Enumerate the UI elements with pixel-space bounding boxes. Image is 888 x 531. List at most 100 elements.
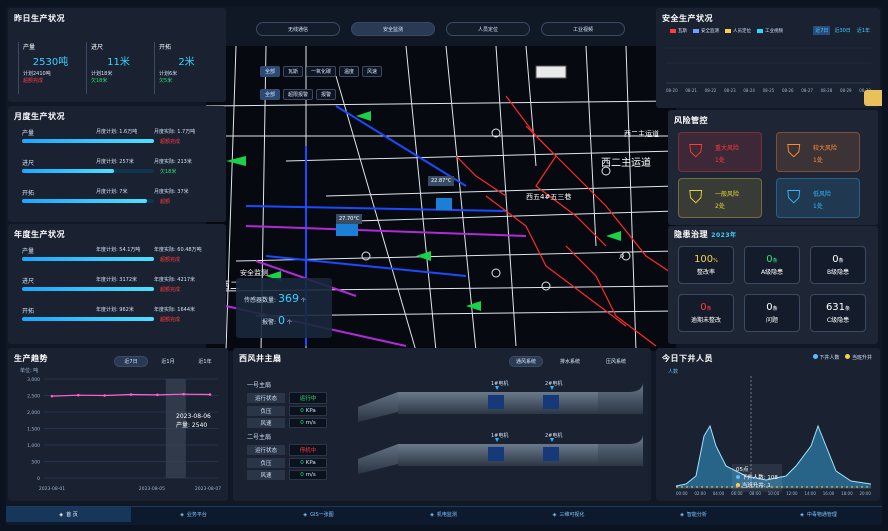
period-7d[interactable]: 近7日 (813, 26, 831, 35)
nav-item[interactable]: ◈ 机电监测 (381, 507, 506, 522)
fan-row-unit: m/s (305, 472, 316, 478)
fan-row-key: 负压 (247, 458, 285, 468)
shield-alert-icon: ⛉ (787, 187, 801, 208)
risk-card[interactable]: ⛉ 较大风险 1处 (776, 132, 860, 172)
map-label-road-3: 西二主运道 (624, 130, 659, 138)
safety-legend-item[interactable]: 工业视频 (757, 28, 783, 34)
people-panel: 今日下井人员 下井人数 当班升井 人数 05点 下井人数: 108 当班升井: … (656, 348, 880, 501)
hazard-cell[interactable]: 631条 C级隐患 (810, 294, 866, 332)
period-1y[interactable]: 近1年 (855, 26, 872, 35)
nav-icon: ◈ (800, 511, 804, 518)
safety-xtick: 08-22 (704, 88, 717, 93)
temp-tag-1[interactable]: 22.87°C (428, 176, 455, 186)
map-filter2-overlimit[interactable]: 超限报警 (283, 89, 313, 100)
nav-item[interactable]: ◈ 智能分析 (631, 507, 756, 522)
annual-row-label: 进尺 (22, 278, 35, 285)
top-tab-wireless[interactable]: 无线通信 (256, 22, 340, 36)
monthly-row-progress (22, 169, 154, 173)
fan-tab-ventilation[interactable]: 通风系统 (509, 356, 543, 367)
trend-point[interactable] (182, 392, 185, 396)
fan-row-value: 运行中 (299, 396, 317, 402)
risk-card[interactable]: ⛉ 低风险 1处 (776, 178, 860, 218)
trend-point[interactable] (156, 393, 159, 397)
map-filter-co[interactable]: 一氧化碳 (306, 66, 336, 77)
nav-item[interactable]: ◈ 首 页 (6, 507, 131, 522)
monthly-row-actual: 月度实际: 213米 (154, 159, 192, 165)
map-filter-wind[interactable]: 风速 (362, 66, 382, 77)
top-tab-video[interactable]: 工业视频 (541, 22, 625, 36)
map-label-road-2: 西五4#五三巷 (526, 193, 572, 201)
map-filter-temp[interactable]: 温度 (339, 66, 359, 77)
map-filter-all[interactable]: 全部 (260, 66, 280, 77)
fan-row-key: 风速 (247, 418, 285, 428)
shield-alert-icon: ⛉ (689, 141, 703, 162)
people-tooltip-time: 05点 (736, 467, 749, 473)
map-filter2-alarm[interactable]: 报警 (316, 89, 336, 100)
hazard-cell[interactable]: 100% 整改率 (678, 246, 734, 284)
map-filter-gas[interactable]: 瓦斯 (283, 66, 303, 77)
people-xtick: 16:00 (822, 491, 835, 496)
bottom-nav: ◈ 首 页 ◈ 业务平台 ◈ GIS一张图 ◈ 机电监测 ◈ 三维可视化 ◈ 智能分析 ◈ 中毒物通管理 (6, 506, 882, 525)
safety-legend-item[interactable]: 人员定位 (725, 28, 751, 34)
nav-item-label: 业务平台 (186, 512, 207, 518)
trend-point[interactable] (208, 393, 212, 396)
nav-item-label: 首 页 (66, 512, 78, 518)
safety-legend-label: 工业视频 (765, 29, 783, 34)
trend-point[interactable] (77, 393, 80, 397)
trend-tab-1m[interactable]: 近1月 (151, 356, 185, 367)
risk-card[interactable]: ⛉ 一般风险 2处 (678, 178, 762, 218)
trend-title: 生产趋势 (14, 354, 48, 363)
monthly-row-status: 超额完成 (160, 139, 181, 145)
nav-item[interactable]: ◈ 三维可视化 (506, 507, 631, 522)
motor-label-1: 1#电机 (491, 381, 509, 387)
monthly-row-progress (22, 199, 154, 203)
nav-icon: ◈ (680, 511, 684, 518)
hazard-cell[interactable]: 0条 问题 (744, 294, 800, 332)
nav-item[interactable]: ◈ 业务平台 (131, 507, 256, 522)
side-toggle-button[interactable] (864, 90, 882, 106)
fan-row-value-box: 0 m/s (289, 418, 327, 428)
hazard-cell[interactable]: 0条 B级隐患 (810, 246, 866, 284)
temp-tag-2[interactable]: 27.70°C (336, 214, 363, 224)
nav-item[interactable]: ◈ GIS一张图 (256, 507, 381, 522)
nav-item-label: 三维可视化 (559, 512, 585, 518)
trend-tab-1y[interactable]: 近1年 (188, 356, 222, 367)
trend-point[interactable] (50, 394, 54, 398)
sensor-count-value: 369 (277, 292, 299, 305)
trend-ytick: 1,500 (27, 427, 40, 433)
yesterday-title: 昨日生产状况 (14, 14, 65, 23)
trend-xtick: 2023-08-01 (39, 486, 65, 492)
top-tab-safety[interactable]: 安全监测 (351, 22, 435, 36)
top-tab-personnel[interactable]: 人员定位 (446, 22, 530, 36)
nav-icon: ◈ (180, 511, 184, 518)
risk-card[interactable]: ⛉ 重大风险 1处 (678, 132, 762, 172)
annual-row-progress (22, 287, 154, 291)
safety-title: 安全生产状况 (662, 14, 713, 23)
fan-row-value-box: 运行中 (289, 392, 327, 404)
safety-legend-item[interactable]: 瓦斯 (670, 28, 687, 34)
fan-row: 负压 0 KPa (247, 458, 327, 468)
safety-xtick: 08-28 (820, 88, 833, 93)
hazard-cell[interactable]: 0条 逾期未整改 (678, 294, 734, 332)
period-30d[interactable]: 近30日 (832, 26, 852, 35)
trend-tab-7d[interactable]: 近7日 (114, 356, 148, 367)
fan-tab-drainage[interactable]: 排水系统 (553, 356, 587, 367)
trend-point[interactable] (103, 394, 106, 397)
hazard-cell-unit: 条 (845, 306, 851, 312)
trend-ytick: 2,000 (27, 410, 40, 416)
hazard-cell-unit: % (713, 258, 718, 264)
nav-item[interactable]: ◈ 中毒物通管理 (756, 507, 881, 522)
safety-legend-item[interactable]: 安全监测 (693, 28, 719, 34)
risk-card-count: 2处 (715, 203, 725, 210)
trend-point[interactable] (129, 393, 133, 396)
map-filter2-all[interactable]: 全部 (260, 89, 280, 100)
hazard-cell-unit: 条 (772, 258, 778, 264)
people-xtick: 02:00 (694, 491, 706, 496)
fan-row-key: 运行状态 (247, 393, 285, 403)
hazard-cell[interactable]: 0条 A级隐患 (744, 246, 800, 284)
fan-tab-air[interactable]: 压风系统 (599, 356, 633, 367)
fan-row-value-box: 0 m/s (289, 470, 327, 480)
map-search-icon[interactable]: ⌕ (619, 249, 625, 263)
hazard-cell-unit: 条 (838, 258, 844, 264)
fan-title: 西风井主扇 (239, 354, 282, 363)
